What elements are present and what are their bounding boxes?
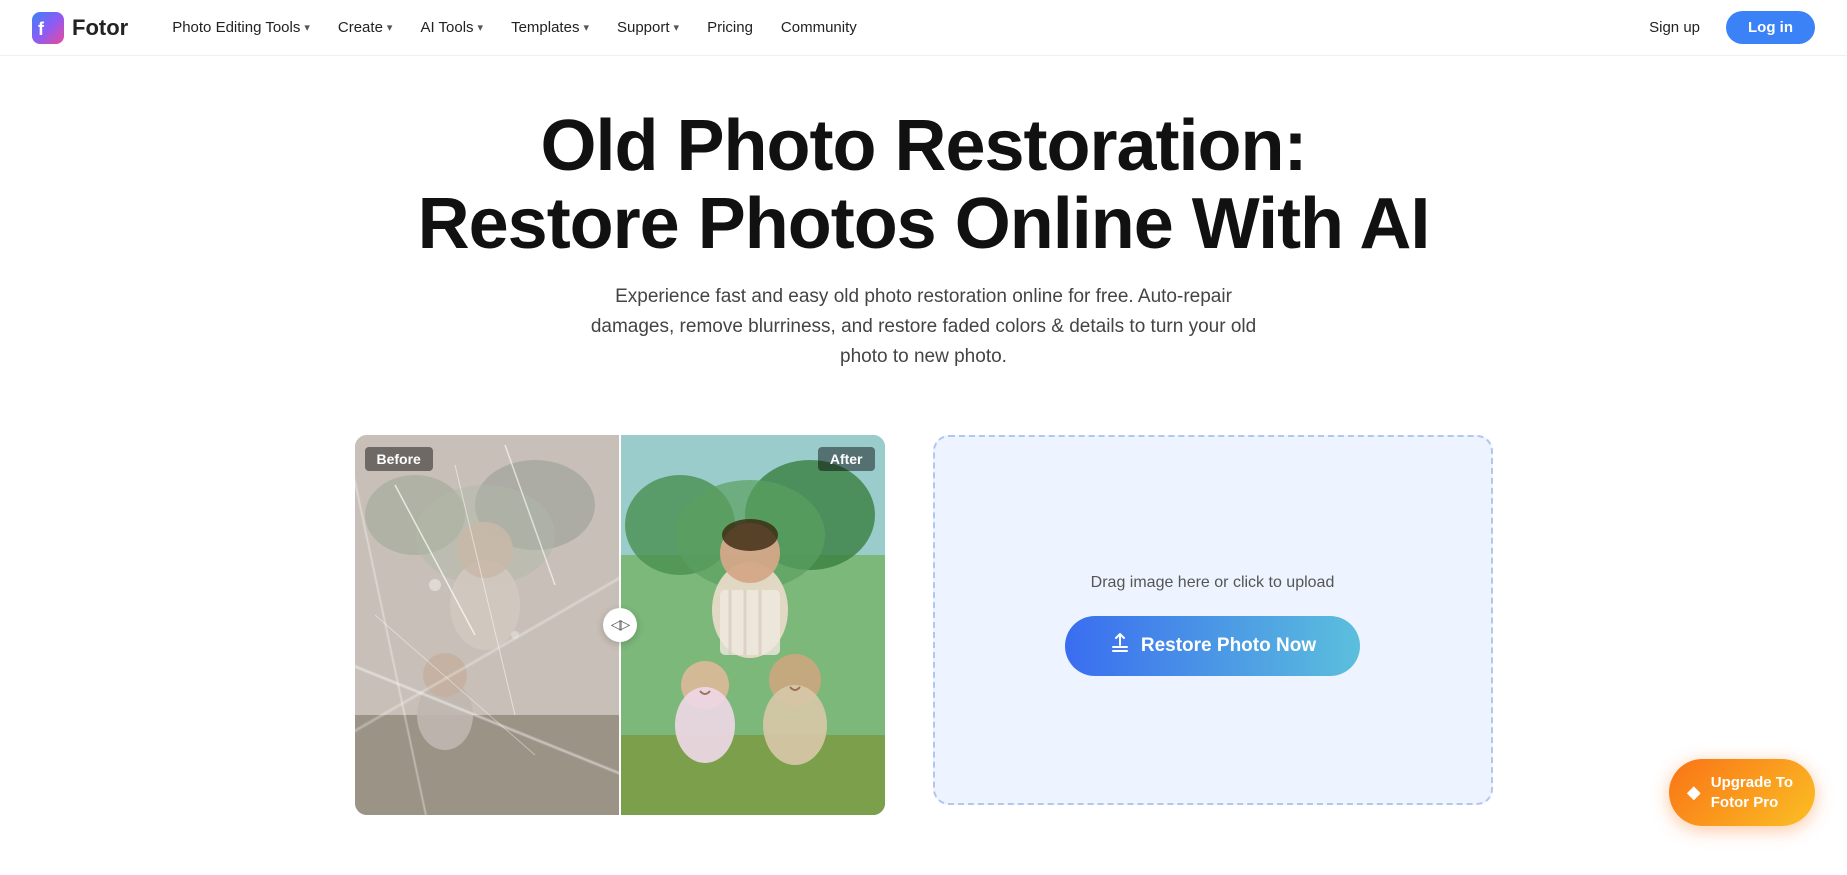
before-after-comparison[interactable]: Before After ◁▷ (355, 435, 885, 815)
after-image (620, 435, 885, 815)
chevron-down-icon: ▾ (304, 21, 310, 34)
hero-description: Experience fast and easy old photo resto… (574, 282, 1274, 373)
nav-item-pricing[interactable]: Pricing (695, 13, 765, 42)
restore-photo-button[interactable]: Restore Photo Now (1065, 616, 1360, 676)
restore-button-label: Restore Photo Now (1141, 635, 1316, 657)
arrows-icon: ◁▷ (611, 616, 629, 633)
comparison-handle[interactable]: ◁▷ (603, 608, 637, 642)
navbar: f Fotor Photo Editing Tools ▾ Create ▾ A… (0, 0, 1847, 56)
upload-svg-icon (1109, 632, 1131, 654)
hero-section: Old Photo Restoration: Restore Photos On… (0, 56, 1847, 403)
diamond-icon: ◆ (1687, 782, 1701, 803)
before-panel (355, 435, 620, 815)
nav-item-create[interactable]: Create ▾ (326, 13, 405, 42)
nav-item-templates[interactable]: Templates ▾ (499, 13, 601, 42)
chevron-down-icon: ▾ (674, 21, 680, 34)
upload-dropzone[interactable]: Drag image here or click to upload Resto… (933, 435, 1493, 805)
after-label: After (818, 447, 875, 471)
nav-links: Photo Editing Tools ▾ Create ▾ AI Tools … (160, 13, 1635, 42)
nav-item-support[interactable]: Support ▾ (605, 13, 691, 42)
nav-item-ai-tools[interactable]: AI Tools ▾ (408, 13, 495, 42)
nav-item-photo-editing[interactable]: Photo Editing Tools ▾ (160, 13, 322, 42)
logo-text: Fotor (72, 15, 128, 41)
svg-text:f: f (38, 19, 45, 39)
main-content: Before After ◁▷ Drag image here or click… (0, 403, 1847, 875)
upload-area-wrapper: Drag image here or click to upload Resto… (933, 435, 1493, 805)
sign-up-button[interactable]: Sign up (1635, 13, 1714, 42)
fotor-logo-icon: f (32, 12, 64, 44)
before-image (355, 435, 620, 815)
before-label: Before (365, 447, 433, 471)
drag-drop-text: Drag image here or click to upload (1091, 574, 1335, 592)
hero-title: Old Photo Restoration: Restore Photos On… (40, 108, 1807, 264)
upload-icon (1109, 632, 1131, 660)
upgrade-badge[interactable]: ◆ Upgrade To Fotor Pro (1669, 759, 1815, 826)
logo[interactable]: f Fotor (32, 12, 128, 44)
before-after-inner: Before After ◁▷ (355, 435, 885, 815)
nav-right: Sign up Log in (1635, 11, 1815, 44)
upgrade-text: Upgrade To Fotor Pro (1711, 773, 1793, 812)
chevron-down-icon: ▾ (583, 21, 589, 34)
nav-item-community[interactable]: Community (769, 13, 869, 42)
log-in-button[interactable]: Log in (1726, 11, 1815, 44)
chevron-down-icon: ▾ (387, 21, 393, 34)
after-panel (620, 435, 885, 815)
chevron-down-icon: ▾ (478, 21, 484, 34)
